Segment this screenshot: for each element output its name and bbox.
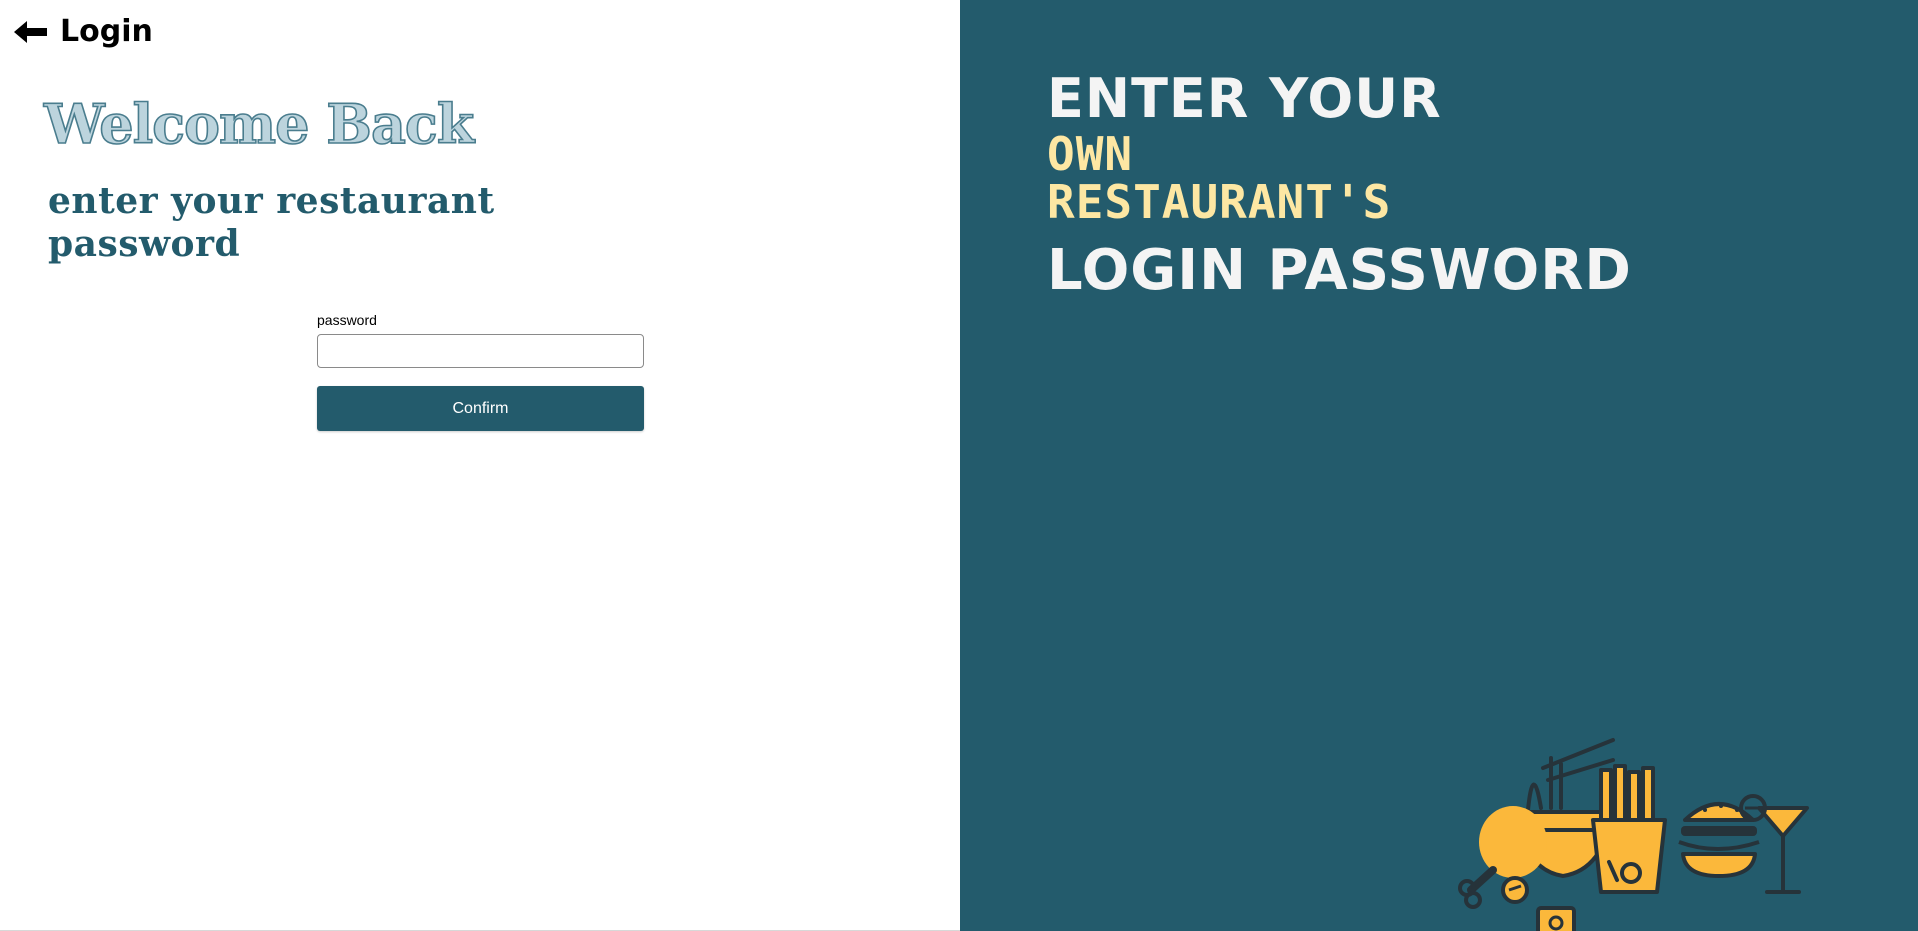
headline-line-3: RESTAURANT'S [1047, 175, 1392, 229]
food-illustration-icon [1453, 730, 1853, 931]
promo-headline: ENTER YOUR OWN RESTAURANT'S LOGIN PASSWO… [1047, 68, 1632, 304]
login-page: Login Welcome Back enter your restaurant… [0, 0, 1918, 931]
headline-line-1: ENTER YOUR [1047, 67, 1442, 130]
arrow-left-icon[interactable] [14, 20, 48, 44]
login-form-panel: Login Welcome Back enter your restaurant… [0, 0, 960, 931]
welcome-heading: Welcome Back [43, 91, 475, 157]
back-to-login-link[interactable]: Login [14, 14, 153, 49]
password-input[interactable] [317, 334, 644, 368]
password-label: password [317, 312, 377, 328]
promo-panel: ENTER YOUR OWN RESTAURANT'S LOGIN PASSWO… [960, 0, 1918, 931]
login-subtitle: enter your restaurant password [48, 180, 495, 265]
headline-line-2: OWN [1047, 127, 1134, 181]
headline-line-4: LOGIN PASSWORD [1047, 238, 1632, 303]
confirm-button[interactable]: Confirm [317, 386, 644, 431]
password-form: password Confirm [317, 312, 644, 431]
back-link-label: Login [60, 14, 153, 49]
